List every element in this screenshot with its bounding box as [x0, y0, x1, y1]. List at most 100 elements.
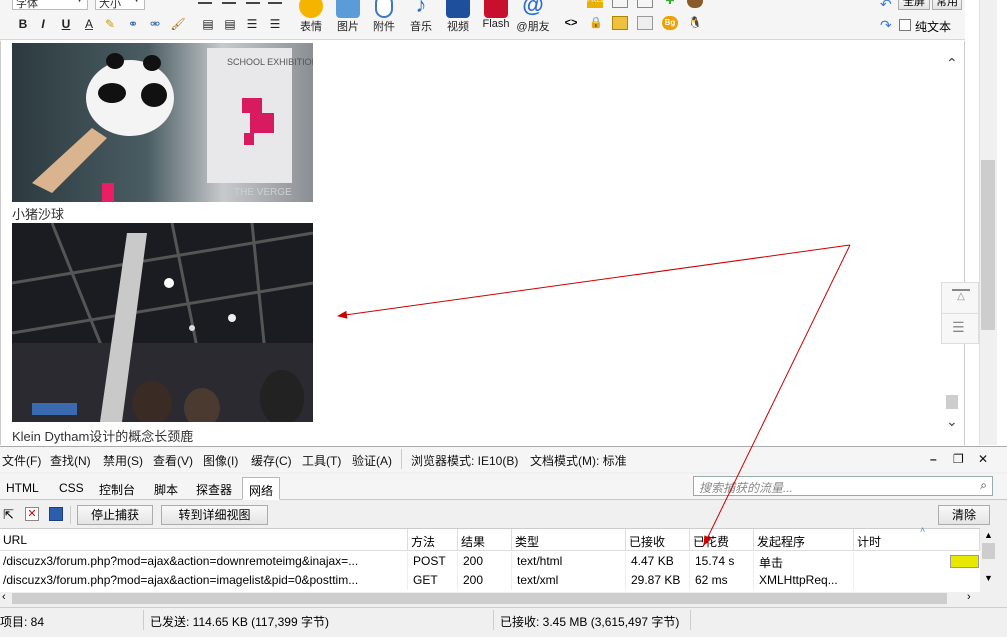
highlight-icon[interactable]: ✎	[101, 15, 119, 33]
search-placeholder: 搜索捕获的流量...	[699, 481, 794, 495]
select-element-icon[interactable]: ⇱	[3, 507, 14, 523]
column-initiator[interactable]: 发起程序	[754, 529, 854, 551]
clear-button[interactable]: 清除	[938, 505, 990, 525]
lock-icon[interactable]: 🔒	[588, 16, 604, 30]
editor-content[interactable]: SCHOOL EXHIBITION THE VERGE 小猪沙球 Klein D…	[0, 41, 965, 445]
table-vertical-scrollbar[interactable]: ▲ ▼	[980, 528, 997, 606]
scroll-down-icon[interactable]: ⌄	[946, 413, 958, 430]
scroll-right-icon[interactable]: ›	[967, 591, 971, 603]
fullscreen-button[interactable]: 全屏	[898, 0, 930, 10]
column-type[interactable]: 类型	[512, 529, 626, 551]
ordered-list-icon[interactable]: ☰	[243, 15, 261, 33]
redo-icon[interactable]: ↷	[880, 17, 892, 34]
font-select[interactable]: 字体 ▼	[12, 0, 88, 10]
free-icon[interactable]: FREE	[587, 0, 606, 8]
menu-cache[interactable]: 缓存(C)	[251, 452, 292, 469]
row-initiator: 单击	[754, 552, 854, 571]
detail-view-button[interactable]: 转到详细视图	[161, 505, 268, 525]
float-left-icon[interactable]: ▤	[199, 15, 217, 33]
attachment-label: 附件	[373, 21, 395, 33]
quote-icon[interactable]: ❝	[563, 0, 579, 8]
close-icon[interactable]: ✕	[978, 452, 988, 466]
save-icon[interactable]	[49, 507, 63, 521]
horizontal-scroll-thumb[interactable]	[12, 593, 947, 604]
hr-icon[interactable]	[637, 0, 653, 8]
code-icon[interactable]: <>	[563, 16, 579, 30]
devtools-tabbar: HTML CSS 控制台 脚本 探查器 网络 搜索捕获的流量... ⌕	[0, 474, 1007, 500]
column-result[interactable]: 结果	[458, 529, 512, 551]
add-icon[interactable]: ✚	[662, 0, 678, 8]
table-scroll-thumb[interactable]	[982, 543, 995, 559]
bold-button[interactable]: B	[14, 15, 32, 33]
layout-icon[interactable]	[637, 16, 653, 30]
back-to-top-icon[interactable]: △	[952, 289, 970, 303]
menu-document-mode[interactable]: 文档模式(M): 标准	[530, 452, 627, 469]
menu-tools[interactable]: 工具(T)	[302, 452, 341, 469]
attachment-button[interactable]: 附件	[364, 0, 404, 36]
flash-button[interactable]: Flash	[476, 0, 516, 36]
tab-css[interactable]: CSS	[53, 477, 90, 500]
page-scrollbar[interactable]	[979, 0, 997, 445]
italic-button[interactable]: I	[34, 15, 52, 33]
scroll-left-icon[interactable]: ‹	[2, 591, 6, 603]
stop-capture-button[interactable]: 停止捕获	[77, 505, 153, 525]
scroll-up-icon[interactable]: ▲	[984, 530, 993, 540]
restore-icon[interactable]: ❐	[953, 452, 964, 466]
unordered-list-icon[interactable]: ☰	[266, 15, 284, 33]
font-color-button[interactable]: A	[80, 15, 98, 33]
column-method[interactable]: 方法	[408, 529, 458, 551]
tab-html[interactable]: HTML	[0, 477, 45, 500]
column-taken[interactable]: 已花费	[690, 529, 754, 551]
menu-view[interactable]: 查看(V)	[153, 452, 193, 469]
menu-file[interactable]: 文件(F)	[2, 452, 41, 469]
tab-profiler[interactable]: 探查器	[190, 477, 238, 500]
music-button[interactable]: ♪ 音乐	[401, 0, 441, 36]
plaintext-checkbox[interactable]	[899, 19, 911, 31]
justify-icon[interactable]	[268, 0, 282, 4]
scroll-thumb[interactable]	[946, 395, 958, 409]
mention-button[interactable]: @ @朋友	[513, 0, 553, 36]
unlink-icon[interactable]: ⚮	[146, 15, 164, 33]
minimize-icon[interactable]: –	[930, 452, 937, 466]
table-horizontal-scrollbar[interactable]: ‹ ›	[0, 591, 980, 606]
align-left-icon[interactable]	[198, 0, 212, 4]
column-received[interactable]: 已接收	[626, 529, 690, 551]
scroll-up-icon[interactable]: ⌃	[946, 55, 958, 72]
column-url[interactable]: URL	[0, 529, 408, 551]
tab-network[interactable]: 网络	[242, 477, 281, 500]
qq-icon[interactable]: 🐧	[687, 16, 703, 30]
common-button[interactable]: 常用	[932, 0, 962, 10]
tab-script[interactable]: 脚本	[148, 477, 184, 500]
image-button[interactable]: 图片	[328, 0, 368, 36]
video-button[interactable]: 视频	[438, 0, 478, 36]
align-center-icon[interactable]	[222, 0, 236, 4]
hide-icon[interactable]	[687, 0, 703, 8]
menu-disable[interactable]: 禁用(S)	[103, 452, 143, 469]
video-icon	[446, 0, 470, 18]
menu-validate[interactable]: 验证(A)	[352, 452, 392, 469]
password-icon[interactable]	[612, 16, 628, 30]
list-icon[interactable]: ☰	[952, 319, 965, 336]
link-icon[interactable]: ⚭	[124, 15, 142, 33]
clear-cache-icon[interactable]: ✕	[25, 507, 39, 521]
undo-icon[interactable]: ↶	[880, 0, 892, 13]
align-right-icon[interactable]	[246, 0, 260, 4]
search-icon[interactable]: ⌕	[980, 478, 987, 493]
tab-console[interactable]: 控制台	[93, 477, 141, 500]
smiley-button[interactable]: 表情	[291, 0, 331, 36]
editor-scrollbar[interactable]: ⌃ ⌄	[944, 45, 962, 435]
size-select[interactable]: 大小 ▼	[95, 0, 145, 10]
menu-browser-mode[interactable]: 浏览器模式: IE10(B)	[411, 452, 518, 469]
background-icon[interactable]: Bg	[662, 16, 678, 30]
table-icon[interactable]	[612, 0, 628, 8]
traffic-search-input[interactable]: 搜索捕获的流量... ⌕	[693, 476, 993, 496]
column-timings[interactable]: 计时	[854, 529, 980, 551]
page-scroll-thumb[interactable]	[981, 160, 995, 330]
float-right-icon[interactable]: ▤	[221, 15, 239, 33]
brush-icon[interactable]: 🖌	[169, 15, 187, 33]
scroll-down-icon[interactable]: ▼	[984, 573, 993, 583]
menu-find[interactable]: 查找(N)	[50, 452, 91, 469]
photo1-sign-text: SCHOOL EXHIBITION	[227, 57, 313, 67]
underline-button[interactable]: U	[57, 15, 75, 33]
menu-images[interactable]: 图像(I)	[203, 452, 238, 469]
